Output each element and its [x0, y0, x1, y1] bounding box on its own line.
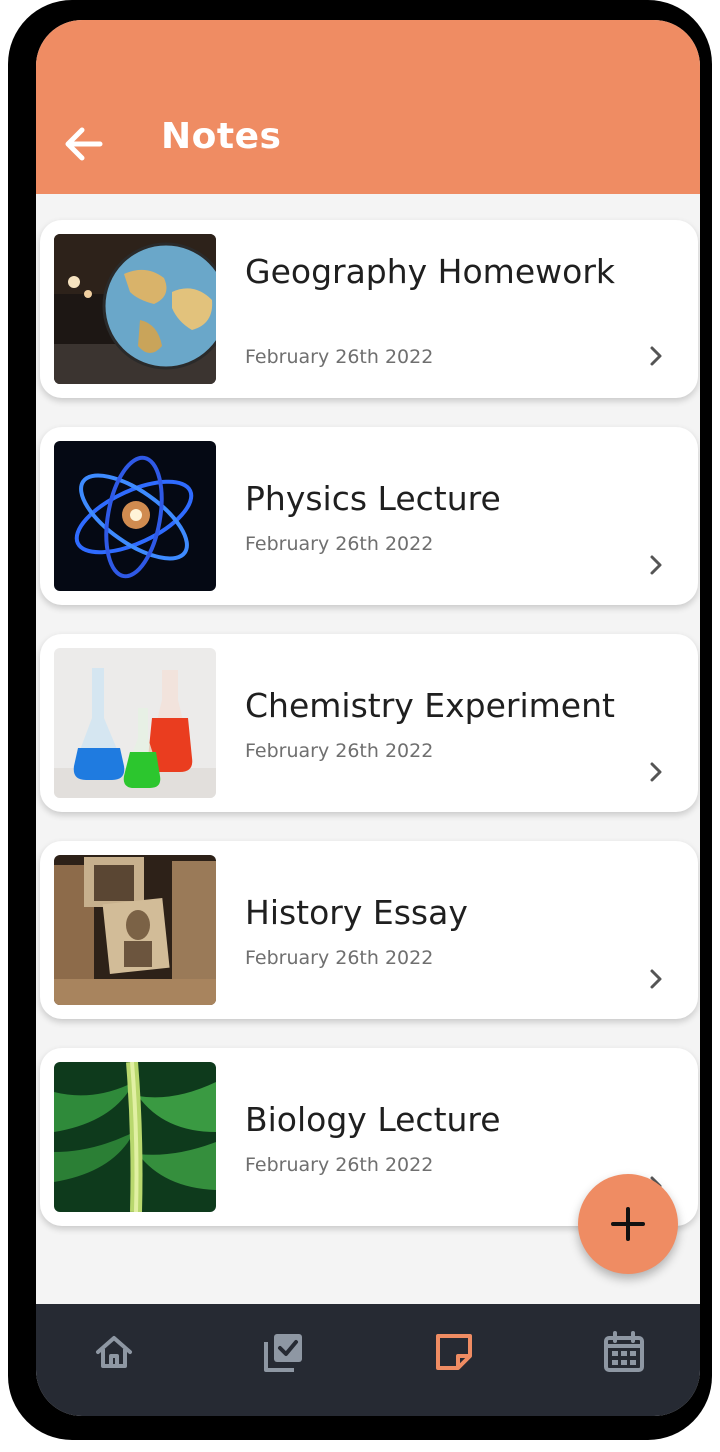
chevron-right-icon: [650, 346, 662, 366]
home-icon: [96, 1336, 132, 1368]
app-screen: Notes Geography Homework February 26th 2…: [36, 20, 700, 1416]
note-date: February 26th 2022: [245, 533, 434, 555]
note-card[interactable]: Physics Lecture February 26th 2022: [40, 427, 698, 605]
add-note-button[interactable]: [578, 1174, 678, 1274]
note-title: Chemistry Experiment: [245, 686, 615, 725]
phone-frame: Notes Geography Homework February 26th 2…: [8, 0, 712, 1440]
old-photos-photo: [54, 855, 216, 1005]
note-card[interactable]: Geography Homework February 26th 2022: [40, 220, 698, 398]
back-button[interactable]: [60, 120, 108, 168]
note-card[interactable]: Chemistry Experiment February 26th 2022: [40, 634, 698, 812]
note-title: Physics Lecture: [245, 479, 501, 518]
note-card[interactable]: History Essay February 26th 2022: [40, 841, 698, 1019]
tasks-icon: [264, 1334, 302, 1372]
chevron-right-icon: [650, 969, 662, 989]
chevron-right-icon: [650, 555, 662, 575]
globe-photo: [54, 234, 216, 384]
note-icon: [436, 1334, 472, 1370]
calendar-icon: [604, 1331, 644, 1372]
leaf-photo: [54, 1062, 216, 1212]
chevron-right-icon: [650, 762, 662, 782]
note-title: Geography Homework: [245, 252, 615, 291]
flasks-photo: [54, 648, 216, 798]
nav-home-button[interactable]: [90, 1328, 138, 1376]
nav-notes-button[interactable]: [430, 1328, 478, 1376]
note-date: February 26th 2022: [245, 1154, 434, 1176]
atom-photo: [54, 441, 216, 591]
plus-icon: [611, 1207, 645, 1241]
note-title: Biology Lecture: [245, 1100, 501, 1139]
note-date: February 26th 2022: [245, 947, 434, 969]
bottom-nav: [36, 1304, 700, 1416]
arrow-left-icon: [65, 127, 103, 161]
page-title: Notes: [161, 116, 282, 157]
note-date: February 26th 2022: [245, 346, 434, 368]
nav-calendar-button[interactable]: [600, 1328, 648, 1376]
note-date: February 26th 2022: [245, 740, 434, 762]
nav-tasks-button[interactable]: [260, 1328, 308, 1376]
note-title: History Essay: [245, 893, 468, 932]
app-bar: Notes: [36, 20, 700, 194]
